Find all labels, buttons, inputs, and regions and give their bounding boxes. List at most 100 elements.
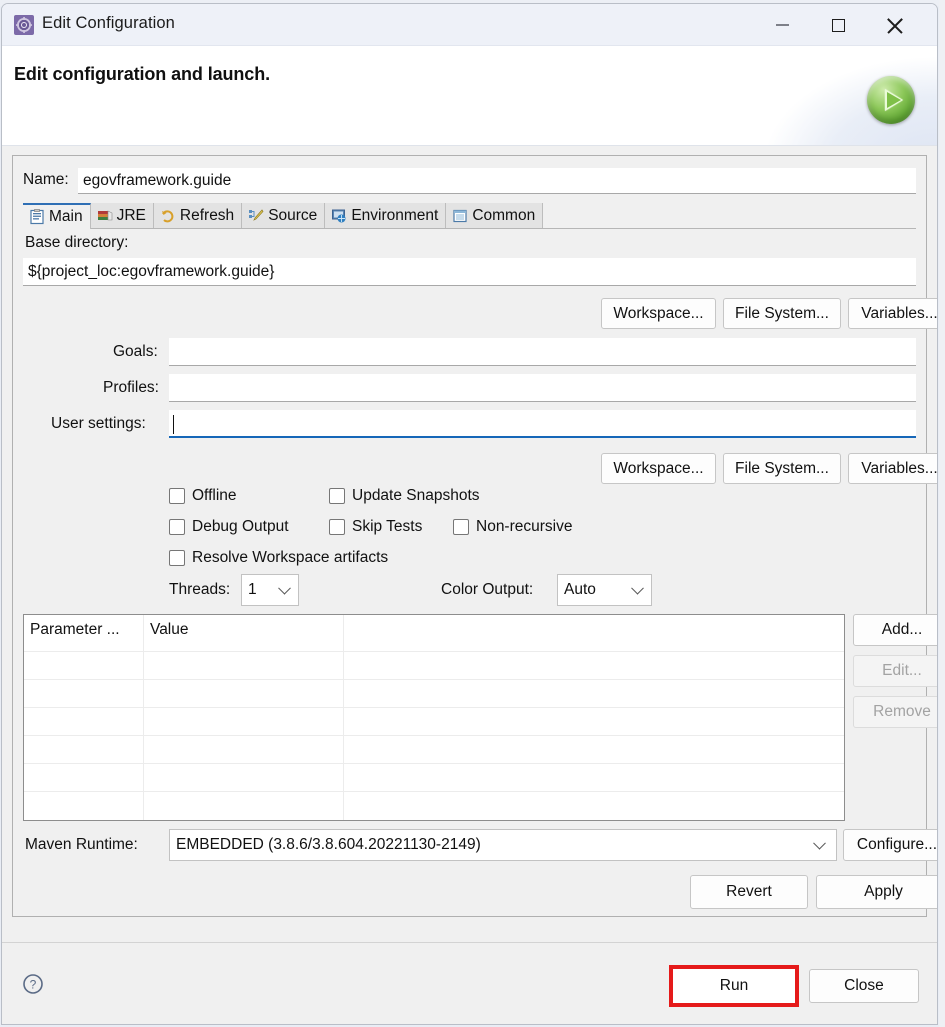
page-title: Edit configuration and launch. — [14, 64, 270, 85]
table-row[interactable] — [24, 791, 844, 819]
minimize-button[interactable] — [759, 4, 805, 46]
tab-environment[interactable]: Environment — [325, 203, 446, 228]
resolve-workspace-artifacts-checkbox-box — [169, 550, 185, 566]
update-snapshots-label: Update Snapshots — [352, 487, 480, 505]
checkbox-debug-output[interactable]: Debug Output — [169, 518, 289, 536]
edit-button-label: Edit... — [882, 662, 922, 680]
gear-icon — [14, 15, 34, 35]
run-button[interactable]: Run — [669, 965, 799, 1007]
base-directory-input[interactable] — [23, 258, 916, 286]
tab-main-label: Main — [49, 208, 83, 226]
checkbox-offline[interactable]: Offline — [169, 487, 237, 505]
table-row[interactable] — [24, 679, 844, 707]
column-header-value[interactable]: Value — [144, 615, 344, 651]
apply-button[interactable]: Apply — [816, 875, 938, 909]
close-button-label: Close — [844, 977, 884, 995]
add-parameter-button[interactable]: Add... — [853, 614, 938, 646]
revert-button-label: Revert — [726, 883, 772, 901]
close-icon — [886, 17, 903, 34]
tab-bar: Main JRE — [23, 204, 916, 229]
tab-source-label: Source — [268, 207, 317, 225]
user-settings-variables-button[interactable]: Variables... — [848, 453, 938, 484]
name-row: Name: — [23, 168, 916, 194]
workspace-button-label-2: Workspace... — [613, 460, 703, 478]
table-cell — [144, 652, 344, 680]
edit-configuration-dialog: Edit Configuration Edit configuration an… — [1, 3, 938, 1025]
user-settings-workspace-button[interactable]: Workspace... — [601, 453, 716, 484]
base-directory-workspace-button[interactable]: Workspace... — [601, 298, 716, 329]
goals-label: Goals: — [113, 343, 158, 361]
variables-button-label: Variables... — [861, 305, 937, 323]
table-cell — [144, 680, 344, 708]
main-tab-content: Base directory: Workspace... File System… — [23, 230, 916, 916]
user-settings-label: User settings: — [51, 415, 146, 433]
maximize-button[interactable] — [815, 4, 861, 46]
goals-input[interactable] — [169, 338, 916, 366]
table-cell — [344, 652, 844, 680]
color-output-value: Auto — [564, 581, 596, 599]
table-cell — [24, 708, 144, 736]
main-tab-icon — [29, 209, 45, 225]
table-cell — [24, 792, 144, 820]
debug-output-label: Debug Output — [192, 518, 289, 536]
checkbox-skip-tests[interactable]: Skip Tests — [329, 518, 422, 536]
threads-value: 1 — [248, 581, 257, 599]
close-window-button[interactable] — [871, 4, 917, 46]
tab-source[interactable]: Source — [242, 203, 325, 228]
table-row[interactable] — [24, 763, 844, 791]
table-row[interactable] — [24, 651, 844, 679]
user-settings-file-system-button[interactable]: File System... — [723, 453, 841, 484]
tab-environment-label: Environment — [351, 207, 438, 225]
dialog-body: Name: Main — [2, 146, 937, 970]
name-label: Name: — [23, 171, 69, 189]
checkbox-update-snapshots[interactable]: Update Snapshots — [329, 487, 480, 505]
resolve-workspace-artifacts-label: Resolve Workspace artifacts — [192, 549, 388, 567]
dialog-titlebar: Edit Configuration — [2, 4, 937, 46]
non-recursive-checkbox-box — [453, 519, 469, 535]
table-cell — [24, 736, 144, 764]
svg-text:?: ? — [30, 978, 37, 992]
maven-runtime-label: Maven Runtime: — [25, 836, 138, 854]
maven-runtime-select[interactable]: EMBEDDED (3.8.6/3.8.604.20221130-2149) — [169, 829, 837, 861]
chevron-down-icon — [278, 582, 291, 595]
tab-jre[interactable]: JRE — [91, 203, 154, 228]
tab-refresh-label: Refresh — [180, 207, 234, 225]
apply-button-label: Apply — [864, 883, 903, 901]
column-header-filler — [344, 615, 844, 651]
help-question-icon[interactable]: ? — [22, 973, 44, 995]
table-cell — [144, 708, 344, 736]
column-header-parameter[interactable]: Parameter ... — [24, 615, 144, 651]
close-button[interactable]: Close — [809, 969, 919, 1003]
table-cell — [344, 764, 844, 792]
run-button-label: Run — [720, 977, 748, 995]
base-directory-file-system-button[interactable]: File System... — [723, 298, 841, 329]
table-header-row: Parameter ... Value — [24, 615, 844, 651]
table-row[interactable] — [24, 707, 844, 735]
tab-refresh[interactable]: Refresh — [154, 203, 242, 228]
configure-maven-runtime-button[interactable]: Configure... — [843, 829, 938, 861]
user-settings-input[interactable] — [169, 410, 916, 438]
run-play-icon — [867, 76, 915, 124]
non-recursive-label: Non-recursive — [476, 518, 572, 536]
color-output-label: Color Output: — [441, 581, 533, 599]
table-row[interactable] — [24, 735, 844, 763]
profiles-input[interactable] — [169, 374, 916, 402]
screen: Edit Configuration Edit configuration an… — [0, 0, 945, 1027]
checkbox-resolve-workspace-artifacts[interactable]: Resolve Workspace artifacts — [169, 549, 388, 567]
tab-common[interactable]: Common — [446, 203, 543, 228]
color-output-select[interactable]: Auto — [557, 574, 652, 606]
tab-main[interactable]: Main — [23, 203, 91, 229]
update-snapshots-checkbox-box — [329, 488, 345, 504]
parameters-table[interactable]: Parameter ... Value — [23, 614, 845, 821]
checkbox-non-recursive[interactable]: Non-recursive — [453, 518, 572, 536]
remove-parameter-button: Remove — [853, 696, 938, 728]
dialog-header: Edit configuration and launch. — [2, 46, 937, 146]
base-directory-variables-button[interactable]: Variables... — [848, 298, 938, 329]
maven-runtime-value: EMBEDDED (3.8.6/3.8.604.20221130-2149) — [176, 836, 481, 854]
revert-button[interactable]: Revert — [690, 875, 808, 909]
maximize-icon — [832, 19, 845, 32]
name-input[interactable] — [78, 168, 916, 194]
threads-select[interactable]: 1 — [241, 574, 299, 606]
variables-button-label-2: Variables... — [861, 460, 937, 478]
table-cell — [24, 764, 144, 792]
